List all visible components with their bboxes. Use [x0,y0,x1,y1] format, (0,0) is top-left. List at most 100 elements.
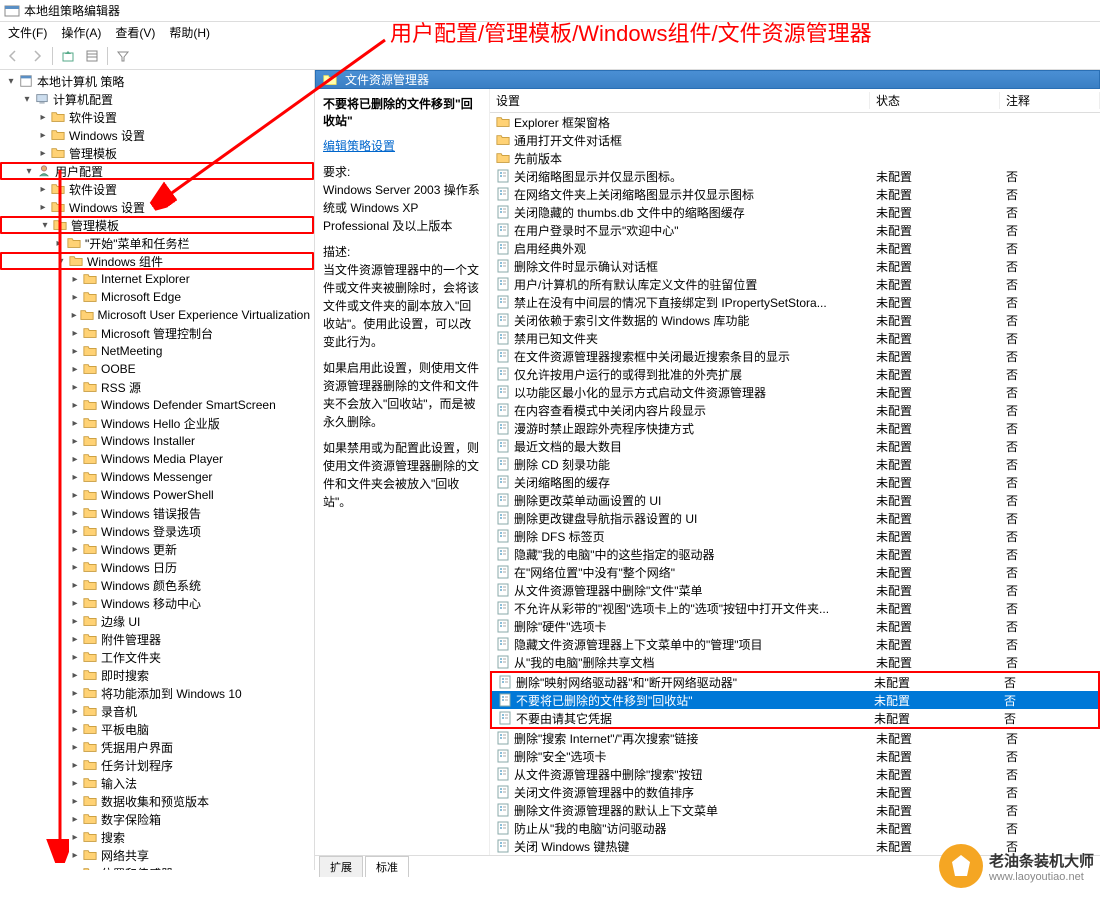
policy-row[interactable]: 从文件资源管理器中删除"文件"菜单未配置否 [490,581,1100,599]
forward-button[interactable] [26,45,48,67]
chevron-icon[interactable]: ▸ [68,616,82,627]
chevron-icon[interactable]: ▸ [68,562,82,573]
chevron-icon[interactable]: ▸ [36,112,50,123]
tree-leaf[interactable]: ▸RSS 源 [0,378,314,396]
tree-leaf[interactable]: ▸NetMeeting [0,342,314,360]
tab-standard[interactable]: 标准 [365,856,409,877]
tab-extended[interactable]: 扩展 [319,856,363,877]
chevron-icon[interactable]: ▸ [68,688,82,699]
filter-button[interactable] [112,45,134,67]
chevron-icon[interactable]: ▸ [68,382,82,393]
tree-leaf[interactable]: ▸任务计划程序 [0,756,314,774]
chevron-icon[interactable]: ▸ [68,292,82,303]
tree-leaf[interactable]: ▸Windows 登录选项 [0,522,314,540]
policy-row[interactable]: 关闭文件资源管理器中的数值排序未配置否 [490,783,1100,801]
policy-row[interactable]: 启用经典外观未配置否 [490,239,1100,257]
tree-leaf[interactable]: ▸Windows 更新 [0,540,314,558]
policy-row[interactable]: 禁用已知文件夹未配置否 [490,329,1100,347]
menu-help[interactable]: 帮助(H) [163,23,216,42]
chevron-icon[interactable]: ▸ [68,796,82,807]
menu-file[interactable]: 文件(F) [2,23,53,42]
tree-leaf[interactable]: ▸数字保险箱 [0,810,314,828]
chevron-icon[interactable]: ▸ [68,400,82,411]
back-button[interactable] [2,45,24,67]
policy-list[interactable]: Explorer 框架窗格通用打开文件对话框先前版本关闭缩略图显示并仅显示图标。… [490,113,1100,855]
tree-leaf[interactable]: ▸Windows 日历 [0,558,314,576]
edit-policy-link[interactable]: 编辑策略设置 [323,139,395,153]
chevron-icon[interactable]: ▾ [20,94,34,105]
tree-leaf[interactable]: ▸将功能添加到 Windows 10 [0,684,314,702]
up-button[interactable] [57,45,79,67]
tree-leaf[interactable]: ▸Internet Explorer [0,270,314,288]
tree-item[interactable]: ▸软件设置 [0,108,314,126]
policy-row[interactable]: 禁止在没有中间层的情况下直接绑定到 IPropertySetStora...未配… [490,293,1100,311]
policy-row[interactable]: 隐藏"我的电脑"中的这些指定的驱动器未配置否 [490,545,1100,563]
policy-row[interactable]: 漫游时禁止跟踪外壳程序快捷方式未配置否 [490,419,1100,437]
tree-leaf[interactable]: ▸凭据用户界面 [0,738,314,756]
chevron-icon[interactable]: ▸ [68,274,82,285]
chevron-icon[interactable]: ▸ [68,832,82,843]
chevron-icon[interactable]: ▸ [36,184,50,195]
chevron-icon[interactable]: ▸ [68,670,82,681]
tree-leaf[interactable]: ▸Microsoft Edge [0,288,314,306]
chevron-icon[interactable]: ▸ [68,760,82,771]
tree-root[interactable]: ▾本地计算机 策略 [0,72,314,90]
chevron-icon[interactable]: ▸ [68,850,82,861]
policy-row[interactable]: 删除更改键盘导航指示器设置的 UI未配置否 [490,509,1100,527]
tree-item[interactable]: ▸Windows 设置 [0,126,314,144]
policy-row[interactable]: 隐藏文件资源管理器上下文菜单中的"管理"项目未配置否 [490,635,1100,653]
policy-row[interactable]: 最近文档的最大数目未配置否 [490,437,1100,455]
policy-row[interactable]: 删除"硬件"选项卡未配置否 [490,617,1100,635]
tree-leaf[interactable]: ▸Windows PowerShell [0,486,314,504]
chevron-icon[interactable]: ▾ [38,220,52,231]
policy-row[interactable]: 删除"搜索 Internet"/"再次搜索"链接未配置否 [490,729,1100,747]
chevron-icon[interactable]: ▸ [68,724,82,735]
tree-leaf[interactable]: ▸Windows Messenger [0,468,314,486]
chevron-icon[interactable]: ▾ [22,166,36,177]
chevron-icon[interactable]: ▸ [68,580,82,591]
tree-windows-components[interactable]: ▾Windows 组件 [0,252,314,270]
chevron-icon[interactable]: ▸ [68,364,82,375]
tree-item[interactable]: ▸管理模板 [0,144,314,162]
tree-leaf[interactable]: ▸平板电脑 [0,720,314,738]
policy-row[interactable]: 用户/计算机的所有默认库定义文件的驻留位置未配置否 [490,275,1100,293]
chevron-icon[interactable]: ▾ [54,256,68,267]
policy-row[interactable]: 关闭缩略图显示并仅显示图标。未配置否 [490,167,1100,185]
policy-row[interactable]: 从文件资源管理器中删除"搜索"按钮未配置否 [490,765,1100,783]
chevron-icon[interactable]: ▸ [68,634,82,645]
tree-leaf[interactable]: ▸位置和传感器 [0,864,314,870]
col-setting[interactable]: 设置 [490,92,870,109]
policy-row[interactable]: 不允许从彩带的"视图"选项卡上的"选项"按钮中打开文件夹...未配置否 [490,599,1100,617]
policy-row[interactable]: 删除更改菜单动画设置的 UI未配置否 [490,491,1100,509]
chevron-icon[interactable]: ▸ [68,454,82,465]
policy-row[interactable]: 防止从"我的电脑"访问驱动器未配置否 [490,819,1100,837]
chevron-icon[interactable]: ▸ [68,490,82,501]
chevron-icon[interactable]: ▸ [68,472,82,483]
policy-row[interactable]: 删除文件时显示确认对话框未配置否 [490,257,1100,275]
policy-row[interactable]: 以功能区最小化的显示方式启动文件资源管理器未配置否 [490,383,1100,401]
policy-row[interactable]: 关闭缩略图的缓存未配置否 [490,473,1100,491]
tree-leaf[interactable]: ▸搜索 [0,828,314,846]
menu-view[interactable]: 查看(V) [109,23,161,42]
policy-row[interactable]: 在"网络位置"中没有"整个网络"未配置否 [490,563,1100,581]
chevron-icon[interactable]: ▸ [68,868,82,871]
tree-admin-templates[interactable]: ▾管理模板 [0,216,314,234]
tree-leaf[interactable]: ▸Windows Hello 企业版 [0,414,314,432]
chevron-icon[interactable]: ▸ [68,598,82,609]
menu-action[interactable]: 操作(A) [55,23,107,42]
tree-leaf[interactable]: ▸工作文件夹 [0,648,314,666]
chevron-icon[interactable]: ▸ [68,778,82,789]
policy-row[interactable]: 不要由请其它凭据未配置否 [492,709,1098,727]
policy-row[interactable]: 删除 CD 刻录功能未配置否 [490,455,1100,473]
tree-leaf[interactable]: ▸附件管理器 [0,630,314,648]
chevron-icon[interactable]: ▸ [36,148,50,159]
chevron-icon[interactable]: ▸ [36,202,50,213]
list-folder-item[interactable]: 先前版本 [490,149,1100,167]
tree-leaf[interactable]: ▸Windows 错误报告 [0,504,314,522]
tree-leaf[interactable]: ▸Windows Media Player [0,450,314,468]
chevron-icon[interactable]: ▸ [68,346,82,357]
list-view-button[interactable] [81,45,103,67]
chevron-icon[interactable]: ▸ [68,652,82,663]
list-folder-item[interactable]: 通用打开文件对话框 [490,131,1100,149]
col-note[interactable]: 注释 [1000,92,1100,109]
